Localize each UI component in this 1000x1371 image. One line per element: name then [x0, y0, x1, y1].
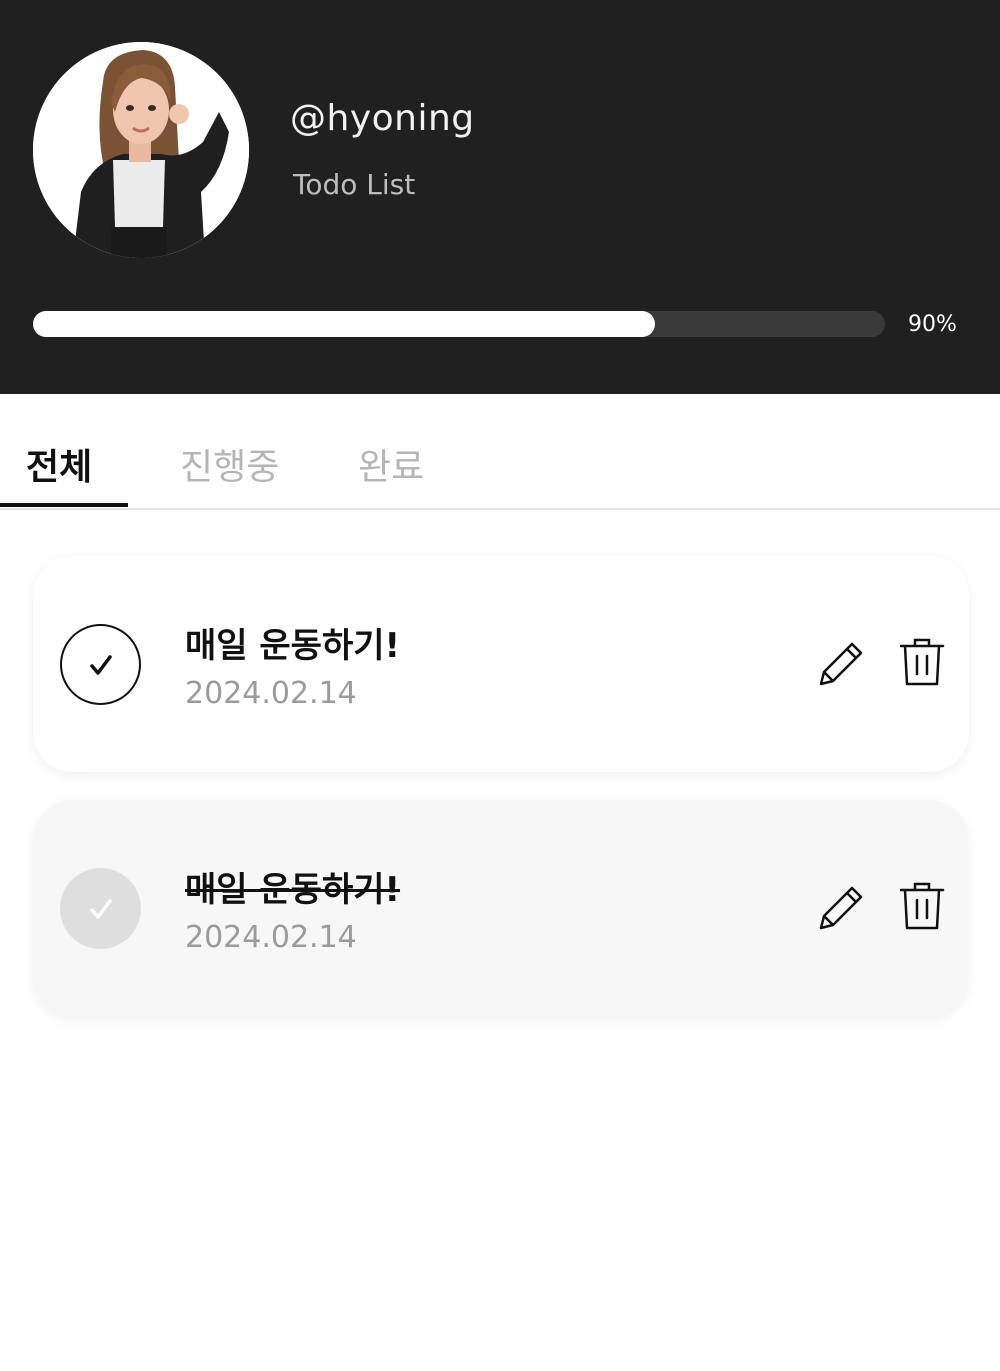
username: @hyoning [290, 98, 475, 139]
filter-tabs: 전체 진행중 완료 [0, 394, 1000, 510]
todo-checkbox[interactable] [60, 624, 141, 705]
todo-title: 매일 운동하기! [185, 626, 401, 666]
tab-completed[interactable]: 완료 [358, 438, 424, 490]
todo-date: 2024.02.14 [185, 676, 357, 711]
delete-button[interactable] [897, 878, 947, 934]
todo-date: 2024.02.14 [185, 920, 357, 955]
tab-in-progress[interactable]: 진행중 [180, 438, 279, 490]
trash-icon [899, 882, 945, 930]
pencil-icon [819, 886, 863, 930]
progress-label: 90% [908, 312, 957, 337]
avatar [33, 42, 249, 258]
tab-all[interactable]: 전체 [26, 438, 92, 490]
trash-icon [899, 638, 945, 686]
progress-fill [33, 311, 655, 337]
edit-button[interactable] [813, 636, 869, 692]
page-subtitle: Todo List [293, 168, 416, 201]
edit-button[interactable] [813, 880, 869, 936]
active-tab-indicator [0, 503, 128, 507]
progress-bar [33, 311, 885, 337]
todo-card: 매일 운동하기! 2024.02.14 [33, 556, 969, 772]
todo-checkbox-checked[interactable] [60, 868, 141, 949]
check-icon [89, 654, 112, 675]
delete-button[interactable] [897, 634, 947, 690]
check-icon [89, 898, 112, 919]
pencil-icon [819, 642, 863, 686]
profile-header: @hyoning Todo List 90% [0, 0, 1000, 394]
avatar-illustration [33, 42, 249, 258]
todo-card-completed: 매일 운동하기! 2024.02.14 [33, 800, 969, 1016]
todo-title: 매일 운동하기! [185, 870, 401, 910]
